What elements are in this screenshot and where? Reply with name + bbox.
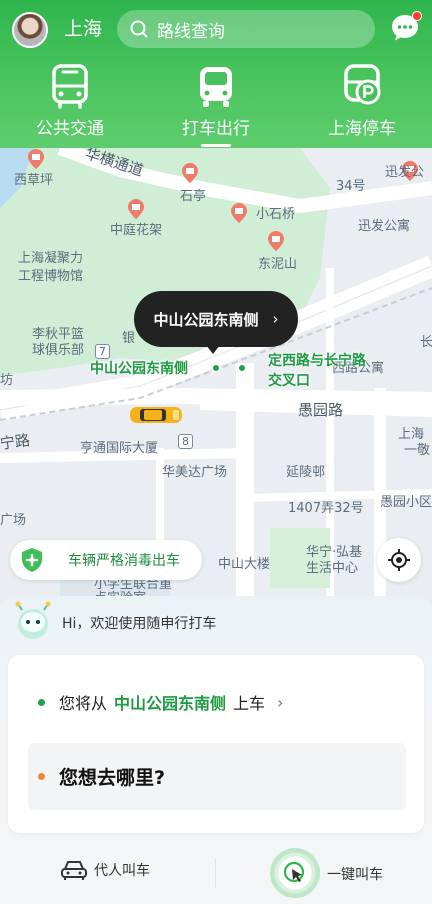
map-label: 上海 xyxy=(398,427,425,442)
chevron-right-icon: › xyxy=(272,310,279,328)
search-input[interactable]: 路线查询 xyxy=(117,10,375,48)
pickup-callout[interactable]: 中山公园东南侧 › xyxy=(134,291,298,347)
destination-prompt: 您想去哪里? xyxy=(59,767,166,789)
tab-label: 上海停车 xyxy=(328,119,396,139)
callout-pointer xyxy=(206,345,220,354)
map-label: 迅发公寓 xyxy=(358,219,411,234)
pickup-point-label[interactable]: 中山公园东南侧 xyxy=(90,360,188,378)
map-label: 长 xyxy=(420,335,432,350)
disinfection-notice[interactable]: 车辆严格消毒出车 xyxy=(10,540,202,580)
map-label: 石亭 xyxy=(180,189,207,204)
map-label: 坊 xyxy=(0,373,14,388)
map-label: 西草坪 xyxy=(14,173,54,188)
bus-icon xyxy=(52,64,88,109)
map-label: 中山大楼 xyxy=(218,557,271,572)
tab-taxi[interactable]: 打车出行 xyxy=(156,62,276,147)
map-label: 银 xyxy=(122,331,136,346)
header-bar: 上海 路线查询 公共交通 打车出行 上海停车 xyxy=(0,0,432,152)
pickup-dot-icon xyxy=(38,698,45,706)
poi-marker-icon xyxy=(28,149,44,169)
notification-badge xyxy=(412,11,422,21)
poi-marker-icon xyxy=(231,203,247,223)
alt-pickup-point-marker[interactable] xyxy=(237,363,247,373)
alt-pickup-label[interactable]: 交叉口 xyxy=(268,372,310,390)
pickup-prefix: 您将从 xyxy=(59,694,108,713)
greeting-text: Hi，欢迎使用随申行打车 xyxy=(62,616,217,632)
city-selector[interactable]: 上海 xyxy=(64,16,102,42)
pickup-point-marker[interactable] xyxy=(211,363,221,373)
proxy-call-label: 代人叫车 xyxy=(94,863,150,879)
search-placeholder: 路线查询 xyxy=(157,21,225,42)
divider xyxy=(215,858,216,888)
poi-marker-icon xyxy=(268,231,284,251)
tab-label: 打车出行 xyxy=(182,119,250,139)
destination-input[interactable]: 您想去哪里? xyxy=(28,743,406,810)
parking-icon xyxy=(344,64,381,105)
taxi-icon xyxy=(200,67,232,107)
one-key-call-label[interactable]: 一键叫车 xyxy=(327,864,383,884)
one-key-call-button[interactable] xyxy=(270,848,320,898)
poi-marker-icon xyxy=(128,199,144,219)
map-label: 1407弄32号 xyxy=(288,501,364,516)
map-label: 华宁·弘基 xyxy=(306,545,363,560)
crosshair-icon xyxy=(388,549,410,571)
route-sign: 7 xyxy=(95,344,110,359)
map-label: 生活中心 xyxy=(306,561,359,576)
route-sign: 8 xyxy=(178,434,193,449)
map-label: 球俱乐部 xyxy=(32,343,85,358)
map-label: 迅发公 xyxy=(385,165,425,180)
destination-dot-icon xyxy=(38,773,45,780)
mascot-icon xyxy=(15,601,51,639)
map-label: 亨通国际大厦 xyxy=(80,441,159,456)
map-label: 延陵邨 xyxy=(286,465,326,480)
locate-button[interactable] xyxy=(377,538,421,582)
proxy-call-button[interactable]: 代人叫车 xyxy=(60,858,150,882)
poi-marker-icon xyxy=(182,163,198,183)
active-tab-indicator xyxy=(201,144,231,147)
pickup-row[interactable]: 您将从 中山公园东南侧 上车 › xyxy=(38,690,283,714)
map-label: 上海凝聚力 xyxy=(18,251,84,266)
map-label: 李秋平篮 xyxy=(32,327,85,342)
pickup-callout-text: 中山公园东南侧 xyxy=(153,310,259,329)
tab-public-transit[interactable]: 公共交通 xyxy=(10,62,130,140)
map-label: 一敬 xyxy=(404,443,431,458)
tap-pointer-icon xyxy=(283,861,305,883)
avatar[interactable] xyxy=(12,12,48,48)
map-label: 华美达广场 xyxy=(162,465,228,480)
map-label: 小石桥 xyxy=(256,207,296,222)
map-label: 中庭花架 xyxy=(110,223,163,238)
message-button[interactable] xyxy=(389,11,422,44)
pickup-place: 中山公园东南侧 xyxy=(114,694,227,713)
chevron-right-icon: › xyxy=(277,692,284,712)
car-icon xyxy=(61,861,87,880)
pickup-suffix: 上车 xyxy=(233,694,266,713)
alt-pickup-label[interactable]: 定西路与长宁路 xyxy=(268,352,366,370)
tab-label: 公共交通 xyxy=(36,119,104,139)
map-label: 愚园小区 xyxy=(380,495,432,510)
map-label: 34号 xyxy=(336,179,366,194)
map-label: 东泥山 xyxy=(258,257,298,272)
tab-parking[interactable]: 上海停车 xyxy=(302,62,422,140)
shield-plus-icon xyxy=(22,548,42,572)
map-view[interactable]: 华横通道 西草坪 石亭 34号 迅发公 中庭花架 小石桥 迅发公寓 上海凝聚力 … xyxy=(0,148,432,610)
taxi-car-icon xyxy=(130,407,182,423)
map-label: 广场 xyxy=(0,513,27,528)
disinfection-text: 车辆严格消毒出车 xyxy=(68,553,180,569)
map-label: 愚园路 xyxy=(298,401,344,419)
search-icon xyxy=(130,20,148,38)
map-label: 工程博物馆 xyxy=(18,269,84,284)
